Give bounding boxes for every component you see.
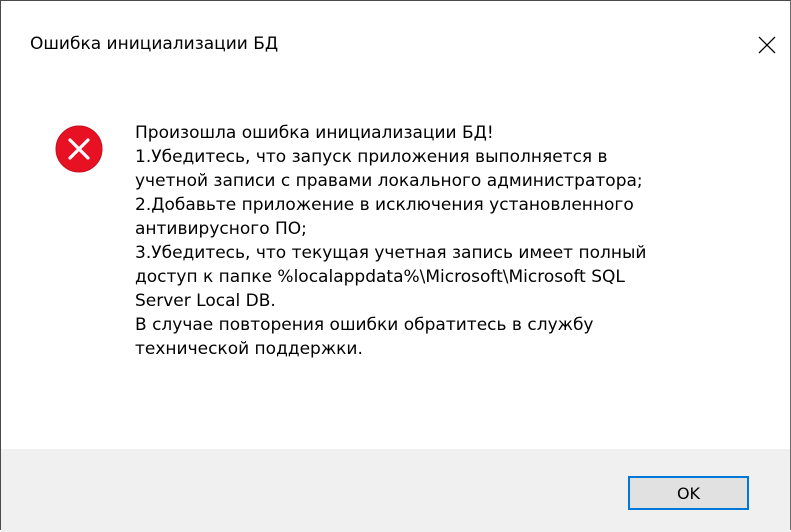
message-line: В случае повторения ошибки обратитесь в … — [135, 315, 594, 335]
message-line: технической поддержки. — [135, 339, 363, 359]
ok-button-label: OK — [676, 483, 701, 503]
message-line: учетной записи с правами локального адми… — [135, 171, 643, 191]
ok-button[interactable]: OK — [628, 476, 749, 510]
message-line: 1.Убедитесь, что запуск приложения выпол… — [135, 147, 608, 167]
dialog-title: Ошибка инициализации БД — [30, 34, 279, 54]
error-message: Произошла ошибка инициализации БД! 1.Убе… — [135, 121, 765, 361]
message-line: 3.Убедитесь, что текущая учетная запись … — [135, 243, 647, 263]
error-dialog: Ошибка инициализации БД Произошла ошибка… — [0, 0, 791, 532]
message-line: 2.Добавьте приложение в исключения устан… — [135, 195, 634, 215]
error-icon — [55, 125, 103, 173]
dialog-content: Произошла ошибка инициализации БД! 1.Убе… — [1, 89, 790, 449]
dialog-footer: OK — [1, 449, 790, 532]
message-line: доступ к папке %localappdata%\Microsoft\… — [135, 267, 625, 287]
close-icon — [758, 36, 776, 54]
close-button[interactable] — [744, 19, 790, 71]
message-line: антивирусного ПО; — [135, 219, 307, 239]
title-bar: Ошибка инициализации БД — [1, 1, 790, 89]
message-line: Произошла ошибка инициализации БД! — [135, 123, 494, 143]
message-line: Server Local DB. — [135, 291, 276, 311]
